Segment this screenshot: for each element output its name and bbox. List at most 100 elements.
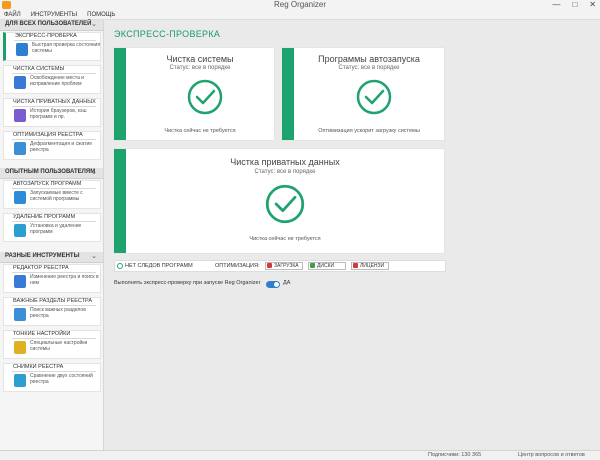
subscribers-count[interactable]: Подписчики: 130 365	[428, 452, 481, 458]
status-stripe	[114, 48, 126, 140]
chevron-down-icon[interactable]: ⌄	[91, 252, 97, 260]
ring-icon	[117, 262, 123, 269]
tweaks-icon	[14, 341, 26, 354]
sidebar-item-desc: Быстрая проверка состояния системы	[32, 42, 101, 54]
section-label: Опытным пользователям	[5, 169, 96, 175]
sidebar-item-autorun[interactable]: Автозапуск программ Запускаемые вместе с…	[3, 180, 101, 209]
section-all-users[interactable]: Для всех пользователей ⌄	[0, 20, 103, 31]
toggle-knob	[274, 282, 279, 287]
sidebar-item-title: Оптимизация реестра	[13, 132, 83, 138]
registry-optimize-icon	[14, 142, 26, 155]
sidebar-item-title: Редактор реестра	[13, 265, 69, 271]
uninstall-icon	[14, 224, 26, 237]
sidebar-item-uninstall[interactable]: Удаление программ Установка и удаление п…	[3, 213, 101, 242]
opt-disks-button[interactable]: ДИСКИ	[308, 262, 346, 270]
title-bar: Reg Organizer — □ ✕	[0, 0, 600, 10]
sidebar-item-desc: История браузеров, кэш программ и пр.	[30, 108, 87, 120]
main-panel: ЭКСПРЕСС-ПРОВЕРКА Чистка системы Статус:…	[104, 20, 600, 450]
no-traces-label: НЕТ СЛЕДОВ ПРОГРАММ	[125, 263, 193, 269]
sidebar-item-title: Чистка приватных данных	[13, 99, 96, 105]
menu-file[interactable]: Файл	[4, 10, 21, 19]
opt-label: ЛИЦЕНЗИ	[360, 263, 385, 269]
card-title: Чистка приватных данных	[230, 157, 340, 167]
sidebar-item-desc: Изменение реестра и поиск в нем	[30, 274, 99, 286]
sidebar-item-express-check[interactable]: Экспресс-проверка Быстрая проверка состо…	[3, 32, 101, 61]
no-traces-button[interactable]: НЕТ СЛЕДОВ ПРОГРАММ	[117, 262, 203, 270]
section-misc-tools[interactable]: Разные инструменты ⌄	[0, 252, 103, 263]
minimize-button[interactable]: —	[552, 0, 560, 10]
optimization-label: ОПТИМИЗАЦИЯ:	[215, 263, 260, 269]
window-title: Reg Organizer	[273, 0, 327, 9]
sidebar-item-registry-optimize[interactable]: Оптимизация реестра Дефрагментация и сжа…	[3, 131, 101, 160]
sidebar-item-desc: Поиск важных разделов реестра	[30, 307, 86, 319]
sidebar-item-title: Чистка системы	[13, 66, 65, 72]
page-title: ЭКСПРЕСС-ПРОВЕРКА	[114, 29, 221, 39]
sidebar-item-title: Тонкие настройки	[13, 331, 71, 337]
sidebar-item-desc: Запускаемые вместе с системой программы	[30, 190, 83, 202]
menu-help[interactable]: Помощь	[87, 10, 115, 19]
sidebar-item-title: Удаление программ	[13, 214, 76, 220]
sidebar-item-title: Автозапуск программ	[13, 181, 82, 187]
sidebar-item-private-data[interactable]: Чистка приватных данных История браузеро…	[3, 98, 101, 127]
sidebar-item-desc: Дефрагментация и сжатие реестра	[30, 141, 93, 153]
status-stripe	[282, 48, 294, 140]
close-button[interactable]: ✕	[589, 0, 596, 10]
toggle-value: ДА	[283, 280, 291, 286]
card-footer: Чистка сейчас не требуется	[249, 236, 321, 242]
auto-check-label: Выполнять экспресс-проверку при запуске …	[114, 280, 261, 286]
opt-label: ДИСКИ	[317, 263, 335, 269]
check-magnifier-icon	[16, 43, 28, 56]
maximize-button[interactable]: □	[572, 0, 577, 10]
card-title: Чистка системы	[166, 54, 234, 64]
section-advanced-users[interactable]: Опытным пользователям ⌄	[0, 168, 103, 179]
broom-icon	[14, 76, 26, 89]
card-status: Статус: все в порядке	[338, 65, 400, 71]
sidebar-item-desc: Освобождение места и исправление проблем	[30, 75, 85, 87]
help-center-link[interactable]: Центр вопросов и ответов	[518, 452, 585, 458]
card-footer: Оптимизация ускорит загрузку системы	[318, 128, 420, 134]
sidebar-item-snapshots[interactable]: Снимки реестра Сравнение двух состояний …	[3, 363, 101, 392]
registry-editor-icon	[14, 275, 26, 288]
sidebar: Для всех пользователей ⌄ Экспресс-провер…	[0, 20, 104, 450]
sidebar-item-important-keys[interactable]: Важные разделы реестра Поиск важных разд…	[3, 297, 101, 326]
section-label: Разные инструменты	[5, 253, 80, 259]
action-bar: НЕТ СЛЕДОВ ПРОГРАММ ОПТИМИЗАЦИЯ: ЗАГРУЗК…	[114, 260, 446, 272]
sidebar-item-title: Экспресс-проверка	[15, 33, 77, 39]
startup-icon	[267, 263, 272, 269]
disks-icon	[310, 263, 315, 269]
card-system-cleanup[interactable]: Чистка системы Статус: все в порядке Чис…	[114, 48, 274, 140]
sidebar-item-registry-editor[interactable]: Редактор реестра Изменение реестра и пои…	[3, 264, 101, 293]
sidebar-item-desc: Сравнение двух состояний реестра	[30, 373, 93, 385]
sidebar-item-title: Важные разделы реестра	[13, 298, 93, 304]
menu-tools[interactable]: Инструменты	[31, 10, 77, 19]
chevron-down-icon[interactable]: ⌄	[91, 20, 97, 28]
section-label: Для всех пользователей	[5, 21, 92, 27]
chevron-down-icon[interactable]: ⌄	[91, 168, 97, 176]
private-data-icon	[14, 109, 26, 122]
sidebar-item-desc: Специальные настройки системы	[30, 340, 88, 352]
opt-startup-button[interactable]: ЗАГРУЗКА	[265, 262, 303, 270]
check-circle-icon	[265, 184, 305, 224]
status-stripe	[114, 149, 126, 253]
status-bar: Подписчики: 130 365 Центр вопросов и отв…	[0, 450, 600, 460]
important-keys-icon	[14, 308, 26, 321]
auto-check-toggle[interactable]	[266, 281, 280, 288]
menu-bar: Файл Инструменты Помощь	[0, 10, 600, 20]
sidebar-item-tweaks[interactable]: Тонкие настройки Специальные настройки с…	[3, 330, 101, 359]
autorun-icon	[14, 191, 26, 204]
opt-licenses-button[interactable]: ЛИЦЕНЗИ	[351, 262, 389, 270]
card-footer: Чистка сейчас не требуется	[164, 128, 236, 134]
card-status: Статус: все в порядке	[254, 169, 316, 175]
card-title: Программы автозапуска	[318, 54, 420, 64]
sidebar-item-desc: Установка и удаление программ	[30, 223, 82, 235]
card-autorun[interactable]: Программы автозапуска Статус: все в поря…	[282, 48, 444, 140]
sidebar-item-title: Снимки реестра	[13, 364, 64, 370]
check-circle-icon	[356, 79, 392, 115]
snapshots-icon	[14, 374, 26, 387]
check-circle-icon	[187, 79, 223, 115]
opt-label: ЗАГРУЗКА	[274, 263, 299, 269]
card-private-data[interactable]: Чистка приватных данных Статус: все в по…	[114, 149, 444, 253]
card-status: Статус: все в порядке	[169, 65, 231, 71]
licenses-icon	[353, 263, 358, 269]
sidebar-item-system-cleanup[interactable]: Чистка системы Освобождение места и испр…	[3, 65, 101, 94]
